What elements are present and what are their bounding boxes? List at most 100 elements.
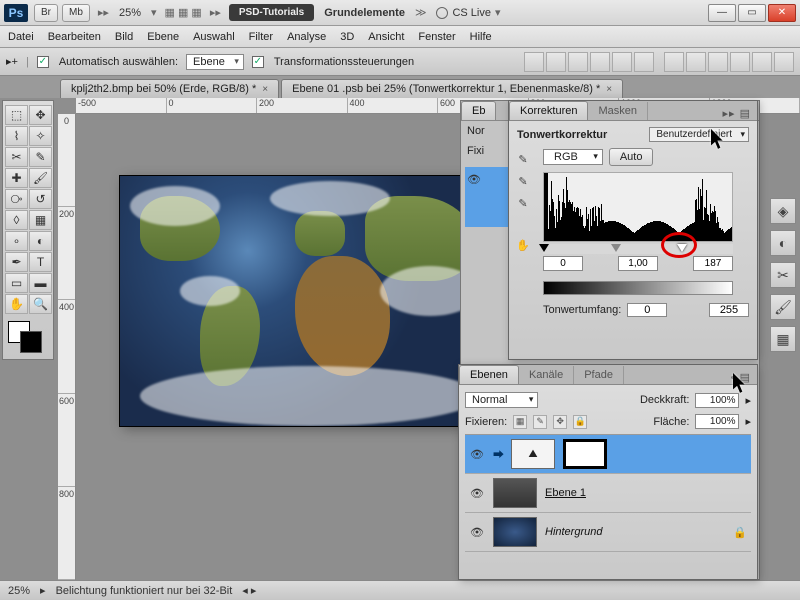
eyedropper-tool-icon[interactable]: ✎ (29, 147, 52, 167)
document-tab[interactable]: kplj2th2.bmp bei 50% (Erde, RGB/8) *× (60, 79, 279, 98)
adjustment-thumb[interactable]: ⛰ (511, 439, 555, 469)
zoom-level[interactable]: 25% (119, 7, 141, 19)
eyedropper-gray-icon[interactable]: ✎ (515, 173, 531, 189)
panel-menu-icon[interactable]: • ▤ (725, 371, 757, 384)
opacity-field[interactable]: 100% (695, 393, 739, 408)
auto-select-dropdown[interactable]: Ebene (186, 54, 244, 70)
eyedropper-white-icon[interactable]: ✎ (515, 195, 531, 211)
brush-tool-icon[interactable]: 🖌 (29, 168, 52, 188)
transform-check[interactable]: ✓ (252, 56, 264, 68)
eraser-tool-icon[interactable]: ◊ (5, 210, 28, 230)
preset-dropdown[interactable]: Benutzerdefiniert (649, 127, 749, 142)
brush-icon[interactable]: 🖌 (770, 294, 796, 320)
visibility-icon[interactable]: 👁 (469, 524, 485, 540)
layers-icon[interactable]: ◈ (770, 198, 796, 224)
stamp-tool-icon[interactable]: ⧂ (5, 189, 28, 209)
minibridge-button[interactable]: Mb (62, 4, 90, 22)
menu-ebene[interactable]: Ebene (147, 31, 179, 43)
fill-field[interactable]: 100% (695, 414, 739, 429)
output-white[interactable] (709, 303, 749, 317)
visibility-icon[interactable]: 👁 (469, 485, 485, 501)
input-black[interactable] (543, 256, 583, 271)
tab-ebenen[interactable]: Ebenen (459, 365, 519, 384)
input-slider[interactable] (543, 244, 733, 254)
tab-kanaele[interactable]: Kanäle (519, 366, 574, 384)
hand-icon[interactable]: ✋ (515, 237, 531, 253)
layer-mask-thumb[interactable] (563, 439, 607, 469)
move-tool-icon[interactable]: ✥ (29, 105, 52, 125)
close-icon[interactable]: × (262, 84, 268, 95)
menu-3d[interactable]: 3D (340, 31, 354, 43)
panel-menu-icon[interactable]: ▸▸ ▤ (717, 107, 758, 120)
menu-hilfe[interactable]: Hilfe (470, 31, 492, 43)
history-brush-icon[interactable]: ↺ (29, 189, 52, 209)
menu-ansicht[interactable]: Ansicht (368, 31, 404, 43)
view-icons[interactable]: ▦ ▦ ▦ (165, 6, 202, 19)
menu-filter[interactable]: Filter (249, 31, 273, 43)
canvas-image[interactable] (120, 176, 485, 426)
layer-name[interactable]: Ebene 1 (545, 487, 586, 499)
workspace-selector[interactable]: PSD-Tutorials (229, 4, 314, 21)
path-tool-icon[interactable]: ▭ (5, 273, 28, 293)
lock-brush-icon[interactable]: ✎ (533, 415, 547, 429)
output-gradient[interactable] (543, 281, 733, 295)
output-black[interactable] (627, 303, 667, 317)
adjustment-title: Tonwertkorrektur (517, 129, 607, 141)
heal-tool-icon[interactable]: ✚ (5, 168, 28, 188)
lasso-tool-icon[interactable]: ⌇ (5, 126, 28, 146)
tab-pfade[interactable]: Pfade (574, 366, 624, 384)
wand-tool-icon[interactable]: ✧ (29, 126, 52, 146)
gradient-tool-icon[interactable]: ▦ (29, 210, 52, 230)
document-tab[interactable]: Ebene 01 .psb bei 25% (Tonwertkorrektur … (281, 79, 623, 98)
menu-bearbeiten[interactable]: Bearbeiten (48, 31, 101, 43)
type-tool-icon[interactable]: T (29, 252, 52, 272)
input-white[interactable] (693, 256, 733, 271)
layer-row[interactable]: 👁 Hintergrund 🔒 (465, 513, 751, 552)
menu-datei[interactable]: Datei (8, 31, 34, 43)
layer-name[interactable]: Hintergrund (545, 526, 602, 538)
layer-thumb[interactable] (493, 517, 537, 547)
maximize-button[interactable]: ▭ (738, 4, 766, 22)
align-icon[interactable] (524, 52, 544, 72)
auto-button[interactable]: Auto (609, 148, 654, 166)
ruler-vertical: 0200400600800 (58, 114, 76, 580)
tab-korrekturen[interactable]: Korrekturen (509, 101, 588, 120)
blur-tool-icon[interactable]: ∘ (5, 231, 28, 251)
channel-dropdown[interactable]: RGB (543, 149, 603, 165)
input-gamma[interactable] (618, 256, 658, 271)
color-swatches[interactable] (5, 319, 52, 355)
menu-auswahl[interactable]: Auswahl (193, 31, 235, 43)
transform-label: Transformationssteuerungen (274, 56, 414, 68)
workspace-doc[interactable]: Grundelemente (324, 7, 405, 19)
menu-bild[interactable]: Bild (115, 31, 133, 43)
status-zoom[interactable]: 25% (8, 585, 30, 597)
close-icon[interactable]: × (606, 84, 612, 95)
layer-row[interactable]: 👁 Ebene 1 (465, 474, 751, 513)
tab-masken[interactable]: Masken (588, 102, 648, 120)
visibility-icon[interactable]: 👁 (469, 446, 485, 462)
crop-icon[interactable]: ✂ (770, 262, 796, 288)
menu-fenster[interactable]: Fenster (418, 31, 455, 43)
swatch-icon[interactable]: ▦ (770, 326, 796, 352)
crop-tool-icon[interactable]: ✂ (5, 147, 28, 167)
menu-analyse[interactable]: Analyse (287, 31, 326, 43)
layer-thumb[interactable] (493, 478, 537, 508)
dodge-tool-icon[interactable]: ◐ (29, 231, 52, 251)
lock-pixels-icon[interactable]: ▦ (513, 415, 527, 429)
adjustments-icon[interactable]: ◐ (770, 230, 796, 256)
auto-select-check[interactable]: ✓ (37, 56, 49, 68)
close-button[interactable]: ✕ (768, 4, 796, 22)
pen-tool-icon[interactable]: ✒ (5, 252, 28, 272)
shape-tool-icon[interactable]: ▬ (29, 273, 52, 293)
hand-tool-icon[interactable]: ✋ (5, 294, 28, 314)
eyedropper-black-icon[interactable]: ✎ (515, 151, 531, 167)
cslive-button[interactable]: CS Live (436, 7, 491, 19)
blend-mode-dropdown[interactable]: Normal (465, 392, 538, 408)
lock-move-icon[interactable]: ✥ (553, 415, 567, 429)
minimize-button[interactable]: — (708, 4, 736, 22)
zoom-tool-icon[interactable]: 🔍 (29, 294, 52, 314)
marquee-tool-icon[interactable]: ⬚ (5, 105, 28, 125)
bridge-button[interactable]: Br (34, 4, 58, 22)
lock-all-icon[interactable]: 🔒 (573, 415, 587, 429)
layer-row[interactable]: 👁 ⮕ ⛰ (465, 435, 751, 474)
